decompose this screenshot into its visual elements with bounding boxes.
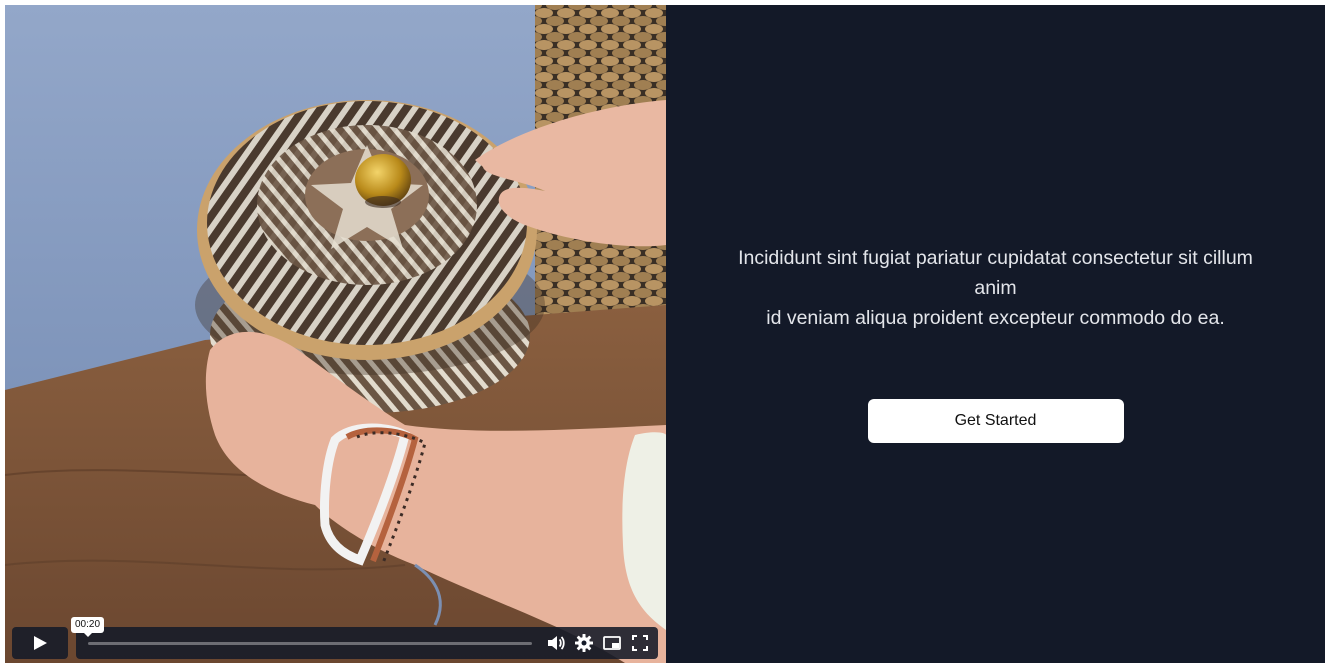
video-controls: [12, 627, 658, 659]
description-line-1: Incididunt sint fugiat pariatur cupidata…: [738, 247, 1253, 299]
video-frame[interactable]: [5, 5, 666, 663]
picture-in-picture-icon: [603, 636, 621, 650]
content-panel: Incididunt sint fugiat pariatur cupidata…: [666, 5, 1325, 663]
video-player[interactable]: 00:20: [5, 5, 666, 663]
fullscreen-icon: [632, 635, 648, 651]
play-icon: [34, 636, 47, 650]
gear-icon: [575, 634, 593, 652]
time-tooltip: 00:20: [71, 617, 105, 637]
video-frame-image: [5, 5, 666, 663]
fullscreen-button[interactable]: [626, 629, 654, 657]
volume-button[interactable]: [542, 629, 570, 657]
get-started-button[interactable]: Get Started: [867, 399, 1124, 443]
description-text: Incididunt sint fugiat pariatur cupidata…: [726, 243, 1266, 333]
control-bar: [76, 627, 658, 659]
volume-icon: [548, 636, 565, 650]
play-button[interactable]: [12, 627, 68, 659]
pip-button[interactable]: [598, 629, 626, 657]
description-line-2: id veniam aliqua proident excepteur comm…: [766, 307, 1225, 329]
settings-button[interactable]: [570, 629, 598, 657]
page: 00:20 Incididunt sint fugiat pariatur cu…: [5, 5, 1325, 663]
progress-bar[interactable]: [88, 641, 532, 645]
